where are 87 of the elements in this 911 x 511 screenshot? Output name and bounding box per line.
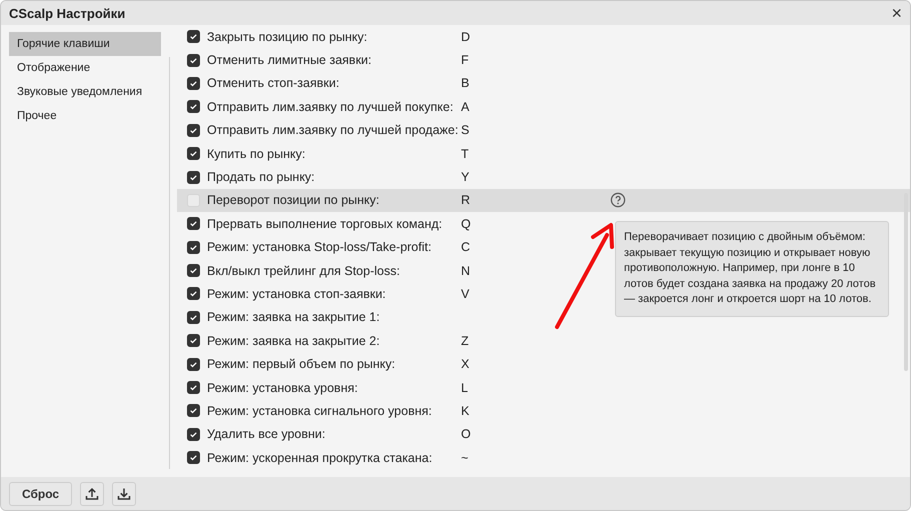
hotkey-value[interactable]: B [461,76,501,90]
reset-button[interactable]: Сброс [9,482,72,506]
hotkey-row[interactable]: Режим: установка сигнального уровня: K [177,399,607,423]
hotkey-value[interactable]: Q [461,216,501,231]
hotkey-value[interactable]: V [461,286,501,301]
window-title: CScalp Настройки [9,6,126,20]
close-button[interactable]: × [887,3,906,23]
hotkey-value[interactable]: F [461,53,501,68]
hotkey-row[interactable]: Отправить лим.заявку по лучшей продаже: S [177,118,607,142]
hotkey-value[interactable]: X [461,357,501,372]
hotkey-value[interactable]: O [461,427,501,442]
checkbox[interactable] [187,428,200,441]
checkbox[interactable] [187,30,200,44]
hotkey-label: Вкл/выкл трейлинг для Stop-loss: [207,264,401,278]
hotkey-value[interactable]: A [461,100,501,114]
download-icon [116,486,132,502]
hotkey-value[interactable]: ~ [461,450,501,465]
hotkey-row[interactable]: Режим: установка уровня: L [177,376,607,400]
hotkey-label: Режим: установка уровня: [207,380,359,395]
hotkey-value[interactable]: Z [461,334,501,348]
hotkey-value[interactable]: D [461,30,501,44]
hotkey-row[interactable]: Отправить лим.заявку по лучшей покупке: A [177,95,607,119]
hotkey-label: Отменить стоп-заявки: [207,76,340,90]
hotkey-value[interactable]: N [461,264,501,278]
hotkey-label: Режим: установка сигнального уровня: [207,404,433,418]
checkbox[interactable] [187,310,200,324]
hotkey-row[interactable]: Прервать выполнение торговых команд: Q [177,212,607,236]
tooltip: Переворачивает позицию с двойным объёмом: закрывает текущую позицию и открывает новую противоположную. Например, при лонге в 10 лотов будет создана заявка на продажу 20 лотов — закроется лонг и откроется шорт на 10 лотов. [615,221,889,316]
hotkey-value[interactable]: K [461,404,501,418]
download-button[interactable] [112,482,136,506]
checkbox[interactable] [187,287,200,300]
checkbox[interactable] [187,381,200,394]
hotkey-row[interactable]: Купить по рынку: T [177,142,607,166]
checkbox[interactable] [187,334,200,348]
hotkey-row[interactable]: Переворот позиции по рынку: R [177,188,910,212]
hotkey-row[interactable]: Режим: заявка на закрытие 1: [177,306,607,330]
hotkey-label: Режим: ускоренная прокрутка стакана: [207,450,434,465]
checkbox[interactable] [187,451,200,464]
hotkey-row[interactable]: Удалить все уровни: O [177,422,607,446]
hotkey-row[interactable]: Режим: установка стоп-заявки: V [177,282,607,306]
sidebar-item[interactable]: Отображение [9,56,161,80]
sidebar-item[interactable]: Прочее [9,104,161,128]
hotkey-value[interactable]: S [461,123,501,138]
checkbox[interactable] [187,217,200,230]
hotkey-row[interactable]: Закрыть позицию по рынку: D [177,25,607,48]
hotkey-value[interactable]: R [461,193,501,208]
checkbox[interactable] [187,147,200,160]
hotkey-label: Купить по рынку: [207,146,306,161]
hotkey-label: Продать по рынку: [207,170,316,184]
checkbox[interactable] [187,54,200,67]
checkbox[interactable] [187,124,200,137]
hotkey-row[interactable]: Режим: заявка на закрытие 2: Z [177,329,607,352]
hotkey-label: Режим: установка стоп-заявки: [207,286,387,301]
hotkey-label: Отправить лим.заявку по лучшей покупке: [207,100,454,114]
hotkey-label: Прервать выполнение торговых команд: [207,216,444,231]
hotkey-value[interactable]: Y [461,170,501,184]
sidebar-item[interactable]: Горячие клавиши [9,32,161,56]
hotkey-label: Режим: первый объем по рынку: [207,357,396,372]
hotkey-label: Режим: установка Stop-loss/Take-profit: [207,240,432,254]
hotkey-label: Режим: заявка на закрытие 1: [207,310,381,324]
checkbox[interactable] [187,240,200,254]
hotkey-row[interactable]: Режим: установка Stop-loss/Take-profit: C [177,236,607,259]
checkbox[interactable] [187,76,200,90]
sidebar-item[interactable]: Звуковые уведомления [9,80,161,104]
checkbox[interactable] [187,170,200,184]
hotkey-value[interactable]: C [461,240,501,254]
checkbox[interactable] [187,264,200,278]
checkbox[interactable] [187,100,200,114]
hotkey-row[interactable]: Вкл/выкл трейлинг для Stop-loss: N [177,258,607,282]
hotkey-label: Удалить все уровни: [207,427,326,442]
hotkey-row[interactable]: Отменить лимитные заявки: F [177,48,607,72]
help-icon[interactable] [610,192,626,208]
hotkey-value[interactable]: T [461,146,501,161]
hotkey-row[interactable]: Режим: ускоренная прокрутка стакана: ~ [177,446,607,470]
checkbox[interactable] [187,404,200,418]
hotkey-row[interactable]: Отменить стоп-заявки: B [177,72,607,96]
hotkey-label: Режим: заявка на закрытие 2: [207,334,381,348]
hotkey-label: Закрыть позицию по рынку: [207,30,368,44]
upload-button[interactable] [80,482,104,506]
checkbox[interactable] [187,358,200,371]
hotkey-value[interactable]: L [461,380,501,395]
hotkey-row[interactable]: Режим: первый объем по рынку: X [177,352,607,376]
hotkey-row[interactable]: Продать по рынку: Y [177,165,607,189]
hotkey-label: Переворот позиции по рынку: [207,193,380,208]
hotkey-label: Отправить лим.заявку по лучшей продаже: [207,123,460,138]
hotkey-label: Отменить лимитные заявки: [207,53,372,68]
upload-icon [84,486,100,502]
